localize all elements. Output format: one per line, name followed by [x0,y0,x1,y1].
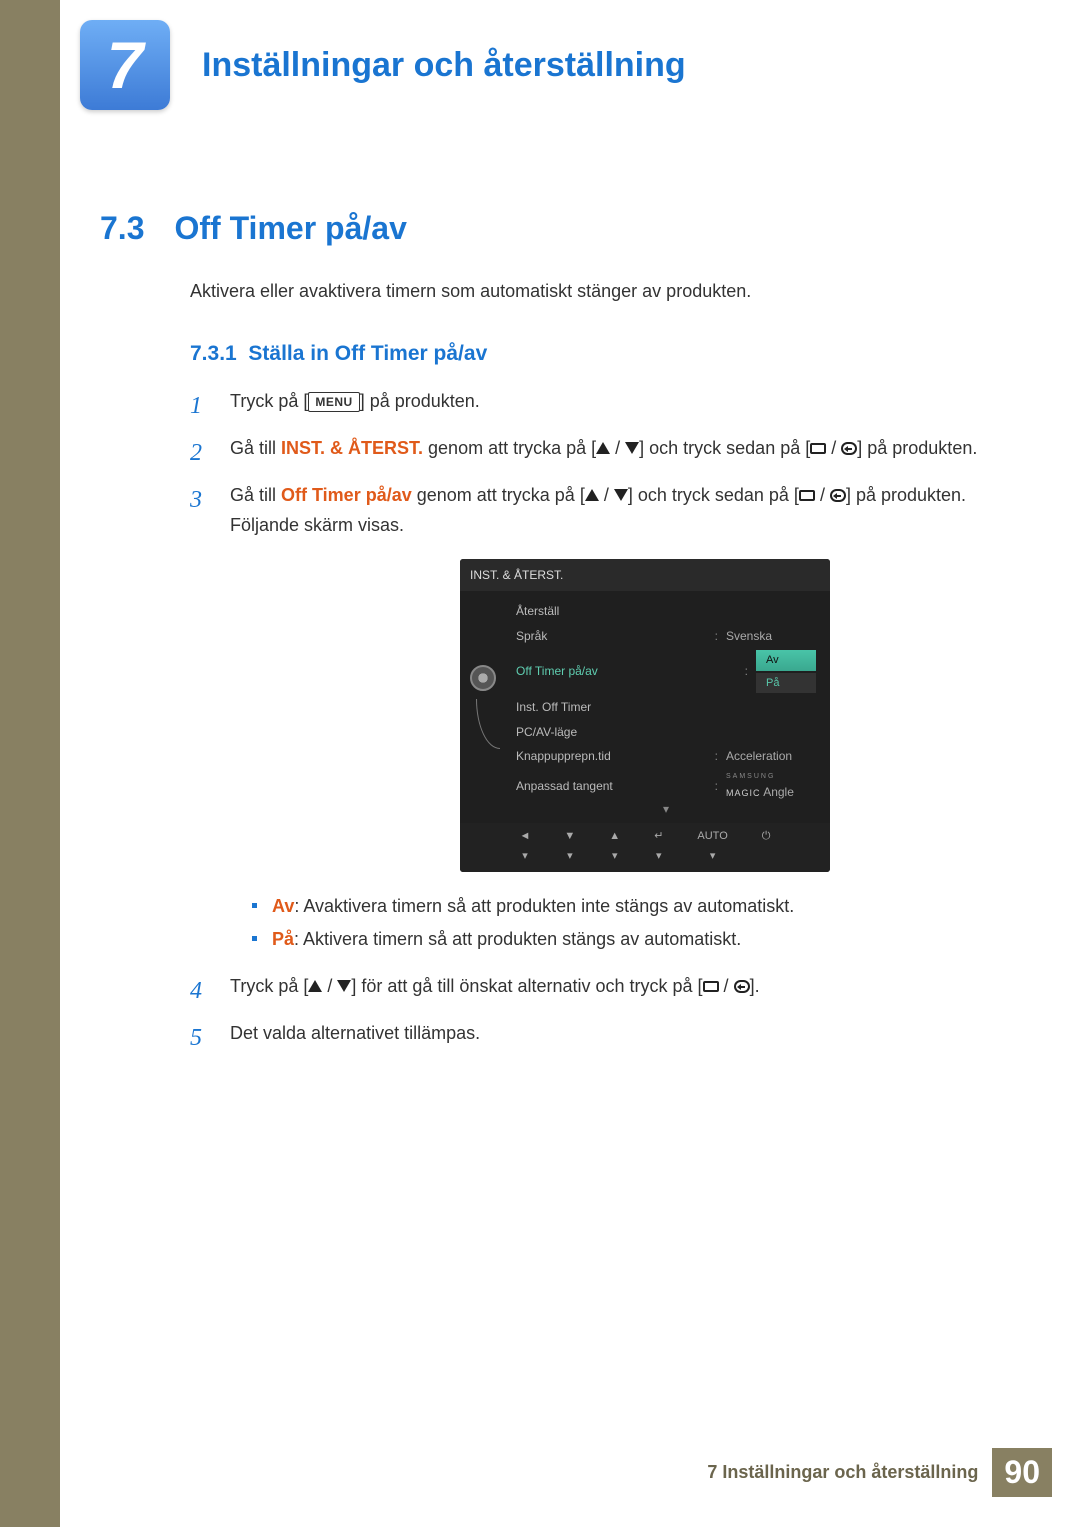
osd-row: PC/AV-läge [510,720,822,744]
enter-icon [830,489,846,502]
step-list: 1 Tryck på [MENU] på produkten. 2 Gå til… [190,386,1050,1059]
enter-icon [734,980,750,993]
section-title: Off Timer på/av [174,210,406,247]
step-3: 3 Gå till Off Timer på/av genom att tryc… [190,480,1050,965]
chapter-header: 7 Inställningar och återställning [100,20,1050,110]
step-4: 4 Tryck på [ / ] för att gå till önskat … [190,971,1050,1012]
osd-preview: INST. & ÅTERST. Återställ Språk:Svenska … [460,559,830,872]
down-arrow-icon [625,442,639,454]
osd-curve-icon [476,699,500,749]
sidebar-stripe [0,0,60,1527]
osd-footer: ◄▾ ▼▾ ▲▾ ↵▾ AUTO▾ ⏻ [460,823,830,872]
subsection-title: 7.3.1 Ställa in Off Timer på/av [190,342,1050,366]
option-bullets: Av: Avaktivera timern så att produkten i… [230,890,966,955]
osd-title: INST. & ÅTERST. [460,559,830,591]
section-heading: 7.3 Off Timer på/av [100,210,1050,247]
gear-icon [470,665,496,691]
osd-row: Inst. Off Timer [510,695,822,719]
step-2: 2 Gå till INST. & ÅTERST. genom att tryc… [190,433,1050,474]
osd-enter-icon: ↵▾ [654,827,663,866]
osd-row: Språk:Svenska [510,624,822,648]
chapter-title: Inställningar och återställning [202,46,686,85]
up-arrow-icon [585,489,599,501]
source-icon [799,490,815,501]
page-content: 7 Inställningar och återställning 7.3 Of… [60,0,1080,1065]
down-arrow-icon [337,980,351,992]
osd-back-icon: ◄▾ [520,827,531,866]
osd-menu: Återställ Språk:Svenska Off Timer på/av:… [506,591,830,823]
osd-row: Knappupprepn.tid:Acceleration [510,744,822,768]
osd-auto-label: AUTO▾ [697,827,727,866]
down-arrow-icon [614,489,628,501]
source-icon [810,443,826,454]
source-icon [703,981,719,992]
step-number: 5 [190,1018,208,1059]
enter-icon [841,442,857,455]
page-footer: 7 Inställningar och återställning 90 [707,1448,1052,1497]
osd-row: Återställ [510,599,822,623]
bullet-pa: På: Aktivera timern så att produkten stä… [248,923,966,955]
chapter-number-box: 7 [80,20,170,110]
osd-more-indicator: ▾ [510,805,822,813]
up-arrow-icon [596,442,610,454]
menu-key-icon: MENU [308,392,359,412]
step-number: 2 [190,433,208,474]
osd-up-icon: ▲▾ [609,827,620,866]
footer-text: 7 Inställningar och återställning [707,1448,978,1497]
osd-option-av: Av [756,650,816,671]
osd-down-icon: ▼▾ [564,827,575,866]
osd-power-icon: ⏻ [762,827,771,866]
step-1: 1 Tryck på [MENU] på produkten. [190,386,1050,427]
osd-row-selected: Off Timer på/av: Av På [510,648,822,695]
step-number: 1 [190,386,208,427]
bullet-av: Av: Avaktivera timern så att produkten i… [248,890,966,922]
step-number: 3 [190,480,208,521]
page-number: 90 [992,1448,1052,1497]
chapter-number: 7 [107,27,144,103]
step-5: 5 Det valda alternativet tillämpas. [190,1018,1050,1059]
step-number: 4 [190,971,208,1012]
osd-row: Anpassad tangent: SAMSUNGMAGIC Angle [510,769,822,805]
up-arrow-icon [308,980,322,992]
section-intro: Aktivera eller avaktivera timern som aut… [190,281,1050,302]
section-number: 7.3 [100,210,144,247]
osd-option-pa: På [756,673,816,694]
